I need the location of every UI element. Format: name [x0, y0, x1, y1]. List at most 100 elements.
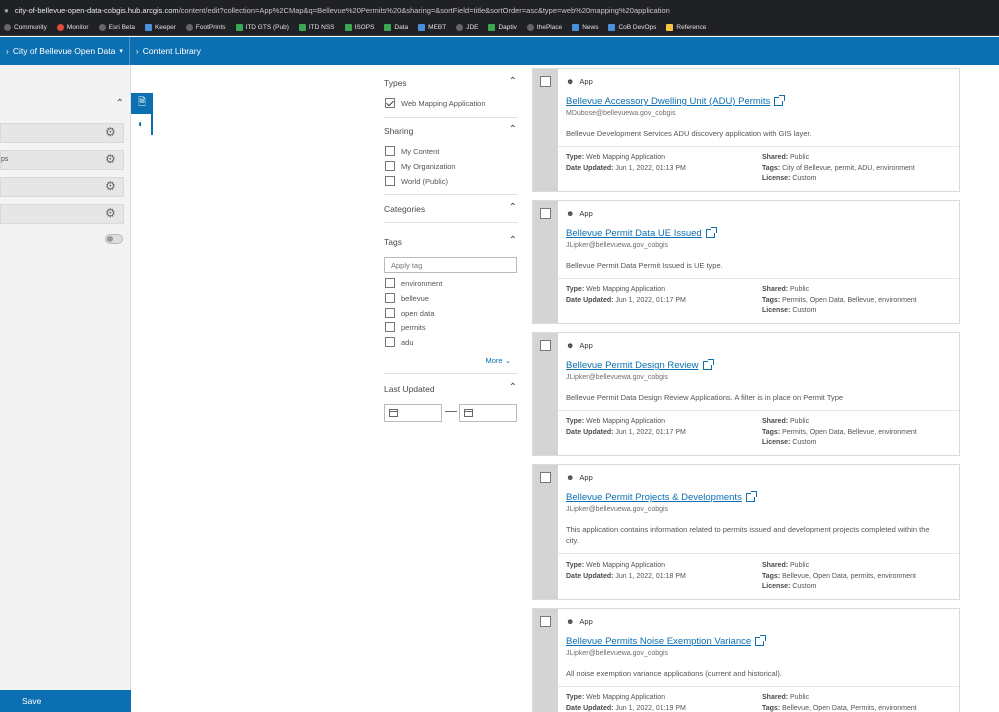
bookmark-icon — [608, 24, 616, 31]
gear-icon[interactable]: ⚙ — [105, 126, 118, 139]
bookmark-folder[interactable]: Reference — [666, 24, 706, 31]
bookmark[interactable]: Community — [4, 24, 47, 31]
end-date-input[interactable] — [459, 404, 517, 422]
filter-option[interactable]: World (Public) — [385, 176, 448, 186]
chevron-up-icon[interactable]: ⌃ — [509, 382, 517, 393]
card-select-strip — [533, 333, 558, 455]
checkbox-checked[interactable] — [385, 98, 395, 108]
date-range-dash — [445, 411, 457, 412]
chevron-up-icon[interactable]: ⌃ — [509, 202, 517, 213]
item-type: ☻ App — [566, 617, 593, 626]
sidebar-row[interactable]: ⚙ — [0, 177, 124, 197]
bookmark[interactable]: thePlace — [526, 24, 562, 31]
filter-option[interactable]: Web Mapping Application — [385, 98, 486, 108]
folder-icon — [666, 24, 674, 31]
checkbox[interactable] — [385, 176, 395, 186]
toggle-knob — [107, 236, 113, 242]
select-checkbox[interactable] — [540, 472, 551, 483]
result-card: ☻ App Bellevue Permit Data UE Issued JLip… — [532, 200, 960, 324]
sidebar-section-header[interactable]: ⌃ — [0, 95, 131, 113]
checkbox[interactable] — [385, 293, 395, 303]
chevron-up-icon[interactable]: ⌃ — [509, 124, 517, 135]
select-checkbox[interactable] — [540, 616, 551, 627]
filter-title: Categories — [384, 204, 426, 214]
bookmark-icon — [4, 24, 11, 31]
start-date-input[interactable] — [384, 404, 442, 422]
divider — [558, 686, 959, 687]
theme-tab[interactable]: ◐ — [131, 114, 153, 135]
item-title-link[interactable]: Bellevue Permit Design Review — [566, 359, 714, 371]
bookmark[interactable]: JDE — [456, 24, 478, 31]
item-description: This application contains information re… — [566, 525, 930, 545]
filter-option[interactable]: open data — [385, 308, 434, 318]
filter-option[interactable]: adu — [385, 337, 414, 347]
site-menu[interactable]: › City of Bellevue Open Data ▾ — [0, 46, 129, 56]
select-checkbox[interactable] — [540, 208, 551, 219]
chevron-up-icon: ⌃ — [115, 98, 124, 109]
item-meta-right: Shared: Public Tags: City of Bellevue, p… — [762, 154, 915, 182]
bookmark[interactable]: Monitor — [56, 24, 89, 31]
sidebar-row[interactable]: ps ⚙ — [0, 150, 124, 170]
user-icon: ☻ — [566, 77, 575, 86]
filter-title: Last Updated — [384, 384, 435, 394]
bookmark[interactable]: Keeper — [144, 24, 176, 31]
checkbox[interactable] — [385, 322, 395, 332]
result-card: ☻ App Bellevue Permits Noise Exemption Va… — [532, 608, 960, 712]
bookmark-icon — [384, 24, 392, 31]
page-edit-tab[interactable]: 🗎 — [131, 93, 153, 114]
result-card: ☻ App Bellevue Accessory Dwelling Unit (A… — [532, 68, 960, 192]
bookmark[interactable]: News — [572, 24, 598, 31]
filter-option[interactable]: My Content — [385, 146, 439, 156]
item-description: Bellevue Development Services ADU discov… — [566, 129, 812, 138]
filter-option[interactable]: environment — [385, 278, 442, 288]
select-checkbox[interactable] — [540, 76, 551, 87]
item-meta-right: Shared: Public Tags: Bellevue, Open Data… — [762, 694, 917, 712]
more-tags-link[interactable]: More ⌄ — [486, 356, 511, 365]
breadcrumb-content-library[interactable]: › Content Library — [130, 46, 207, 56]
filter-option[interactable]: bellevue — [385, 293, 429, 303]
item-title-link[interactable]: Bellevue Permits Noise Exemption Varianc… — [566, 635, 767, 647]
item-title-link[interactable]: Bellevue Permit Data UE Issued — [566, 227, 717, 239]
item-type: ☻ App — [566, 341, 593, 350]
chevron-right-icon: › — [135, 46, 139, 56]
chevron-up-icon[interactable]: ⌃ — [509, 235, 517, 246]
gear-icon[interactable]: ⚙ — [105, 207, 118, 220]
chevron-up-icon[interactable]: ⌃ — [509, 76, 517, 87]
item-meta-left: Type: Web Mapping Application Date Updat… — [566, 418, 686, 436]
item-title-link[interactable]: Bellevue Permit Projects & Developments — [566, 491, 757, 503]
breadcrumb-label: Content Library — [142, 46, 201, 56]
bookmark[interactable]: Data — [384, 24, 408, 31]
result-card: ☻ App Bellevue Permit Design Review JLipk… — [532, 332, 960, 456]
filter-option[interactable]: permits — [385, 322, 426, 332]
apply-tag-input[interactable] — [384, 257, 517, 273]
bookmark[interactable]: ITD NSS — [298, 24, 335, 31]
bookmark-icon — [235, 24, 243, 31]
bookmark[interactable]: CoB DevOps — [608, 24, 656, 31]
contrast-icon: ◐ — [137, 119, 145, 130]
gear-icon[interactable]: ⚙ — [105, 153, 118, 166]
bookmark[interactable]: ITD GTS (Pub) — [235, 24, 289, 31]
divider — [558, 278, 959, 279]
sidebar-row[interactable]: ⚙ — [0, 204, 124, 224]
toggle-switch[interactable] — [105, 234, 123, 244]
calendar-icon — [464, 409, 473, 417]
address-bar[interactable]: ● city-of-bellevue-open-data-cobgis.hub.… — [0, 0, 999, 20]
save-button[interactable]: Save — [0, 690, 131, 712]
checkbox[interactable] — [385, 161, 395, 171]
gear-icon[interactable]: ⚙ — [105, 180, 118, 193]
lock-icon: ● — [4, 5, 9, 15]
select-checkbox[interactable] — [540, 340, 551, 351]
bookmark[interactable]: ISOPS — [344, 24, 374, 31]
checkbox[interactable] — [385, 278, 395, 288]
checkbox[interactable] — [385, 308, 395, 318]
checkbox[interactable] — [385, 146, 395, 156]
bookmark[interactable]: Esri Beta — [98, 24, 135, 31]
item-meta-left: Type: Web Mapping Application Date Updat… — [566, 562, 686, 580]
filter-option[interactable]: My Organization — [385, 161, 456, 171]
bookmark[interactable]: FootPrints — [185, 24, 226, 31]
item-title-link[interactable]: Bellevue Accessory Dwelling Unit (ADU) P… — [566, 95, 786, 107]
bookmark[interactable]: Daptiv — [488, 24, 517, 31]
checkbox[interactable] — [385, 337, 395, 347]
bookmark[interactable]: MEBT — [418, 24, 446, 31]
sidebar-row[interactable]: ⚙ — [0, 123, 124, 143]
